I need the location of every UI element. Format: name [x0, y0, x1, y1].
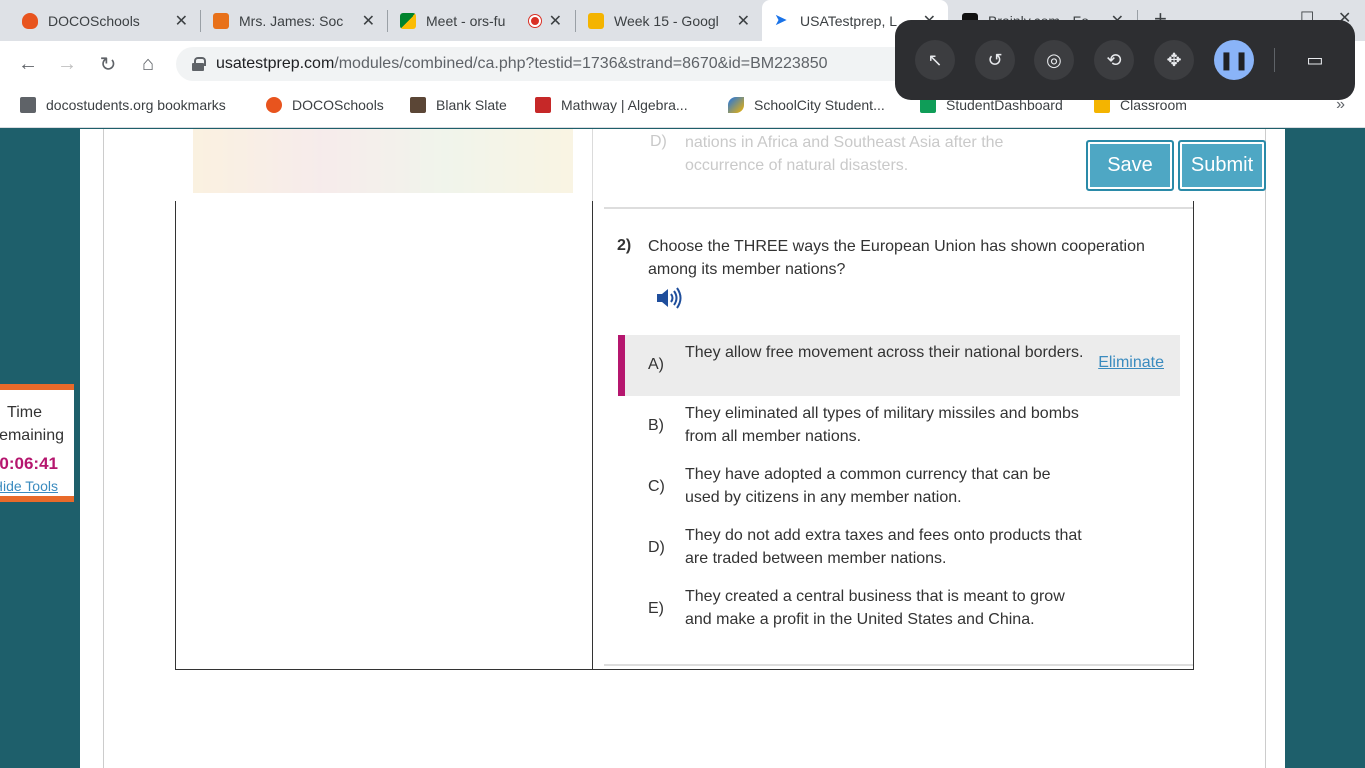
choice-letter: B) — [648, 417, 664, 434]
answer-choice-e[interactable]: E) They created a central business that … — [618, 579, 1180, 640]
answer-choice-b[interactable]: B) They eliminated all types of military… — [618, 396, 1180, 457]
submit-button[interactable]: Submit — [1178, 140, 1266, 191]
reload-icon[interactable]: ↻ — [93, 49, 123, 79]
flame-icon — [266, 97, 282, 113]
capture-cursor-icon[interactable]: ↖ — [915, 40, 955, 80]
close-icon[interactable]: ✕ — [175, 11, 188, 31]
folder-icon — [20, 97, 36, 113]
question-bottom-rule — [604, 664, 1193, 666]
capture-lasso-icon[interactable]: ↺ — [975, 40, 1015, 80]
choice-text: They created a central business that is … — [685, 588, 1065, 628]
timer-value: 00:06:41 — [0, 454, 58, 473]
timer-label: Remaining — [0, 427, 64, 444]
choice-letter: D) — [650, 133, 667, 150]
answer-choice-d[interactable]: D) They do not add extra taxes and fees … — [618, 518, 1180, 579]
bookmark-label: Blank Slate — [436, 97, 507, 113]
close-icon[interactable]: ✕ — [549, 11, 562, 31]
choice-text: nations in Africa and Southeast Asia aft… — [685, 134, 1004, 174]
bookmark-label: SchoolCity Student... — [754, 97, 885, 113]
slides-icon — [588, 12, 604, 29]
bookmark-docostudents[interactable]: docostudents.org bookmarks — [20, 97, 226, 113]
choice-text: They do not add extra taxes and fees ont… — [685, 527, 1082, 567]
forward-arrow-icon[interactable]: → — [52, 49, 82, 79]
recording-icon — [528, 14, 541, 27]
tab-meet[interactable]: Meet - ors-fu ✕ — [388, 0, 574, 41]
window-mode-icon[interactable]: ▭ — [1295, 40, 1335, 80]
time-remaining-panel: Time Remaining 00:06:41 Hide Tools — [0, 384, 74, 502]
question-top-rule — [604, 207, 1193, 209]
flame-icon — [22, 12, 38, 29]
answer-choice-c[interactable]: C) They have adopted a common currency t… — [618, 457, 1180, 518]
capture-rotate-icon[interactable]: ⟲ — [1094, 40, 1134, 80]
tab-title: Week 15 - Googl — [614, 12, 719, 29]
page-viewport: D) nations in Africa and Southeast Asia … — [0, 129, 1365, 768]
pause-recording-icon[interactable]: ❚❚ — [1214, 40, 1254, 80]
choice-letter: D) — [648, 539, 665, 556]
question-number: 2) — [617, 237, 632, 254]
bookmark-label: Mathway | Algebra... — [561, 97, 688, 113]
home-icon[interactable]: ⌂ — [133, 49, 163, 79]
capture-divider — [1274, 48, 1275, 72]
bookmark-schoolcity[interactable]: SchoolCity Student... — [728, 97, 885, 113]
capture-move-icon[interactable]: ✥ — [1154, 40, 1194, 80]
save-button[interactable]: Save — [1086, 140, 1174, 191]
choice-text: They allow free movement across their na… — [685, 344, 1084, 361]
answer-choice-a[interactable]: A) They allow free movement across their… — [618, 335, 1180, 396]
question-text: Choose the THREE ways the European Union… — [648, 238, 1145, 278]
eliminate-link[interactable]: Eliminate — [1098, 354, 1164, 372]
url-domain: usatestprep.com — [216, 55, 335, 72]
bookmark-mathway[interactable]: Mathway | Algebra... — [535, 97, 688, 113]
schoolcity-icon — [728, 97, 744, 113]
address-bar[interactable]: usatestprep.com/modules/combined/ca.php?… — [176, 47, 916, 81]
choice-text: They have adopted a common currency that… — [685, 466, 1051, 506]
close-icon[interactable]: ✕ — [737, 11, 750, 31]
capture-highlight-icon[interactable]: ◎ — [1034, 40, 1074, 80]
bookmark-blank-slate[interactable]: Blank Slate — [410, 97, 507, 113]
slate-icon — [410, 97, 426, 113]
choice-text: They eliminated all types of military mi… — [685, 405, 1079, 445]
lock-icon — [192, 57, 206, 71]
tab-mrs-james[interactable]: Mrs. James: Soc ✕ — [201, 0, 387, 41]
hide-tools-link[interactable]: Hide Tools — [0, 478, 58, 494]
choice-letter: E) — [648, 600, 664, 617]
timer-label: Time — [7, 404, 42, 421]
tab-week-15[interactable]: Week 15 - Googl ✕ — [576, 0, 762, 41]
choice-letter: C) — [648, 478, 665, 495]
mathway-icon — [535, 97, 551, 113]
choice-letter: A) — [648, 356, 664, 373]
classroom-icon — [213, 12, 229, 29]
tab-docoschools[interactable]: DOCOSchools ✕ — [10, 0, 200, 41]
bookmark-label: DOCOSchools — [292, 97, 384, 113]
tab-title: Meet - ors-fu — [426, 12, 506, 29]
speaker-icon[interactable] — [655, 286, 683, 310]
tab-title: DOCOSchools — [48, 12, 140, 29]
close-icon[interactable]: ✕ — [362, 11, 375, 31]
tab-title: Mrs. James: Soc — [239, 12, 344, 29]
meet-icon — [400, 12, 416, 29]
screen-capture-toolbar: ↖ ↺ ◎ ⟲ ✥ ❚❚ ▭ — [895, 20, 1355, 100]
column-divider — [592, 129, 593, 201]
bookmark-label: docostudents.org bookmarks — [46, 97, 226, 113]
bookmark-docoschools[interactable]: DOCOSchools — [266, 97, 384, 113]
cursor-icon: ➤ — [774, 11, 788, 29]
back-arrow-icon[interactable]: ← — [13, 49, 43, 79]
map-image — [193, 129, 573, 193]
url-path: /modules/combined/ca.php?testid=1736&str… — [334, 55, 828, 72]
column-divider — [592, 201, 593, 669]
